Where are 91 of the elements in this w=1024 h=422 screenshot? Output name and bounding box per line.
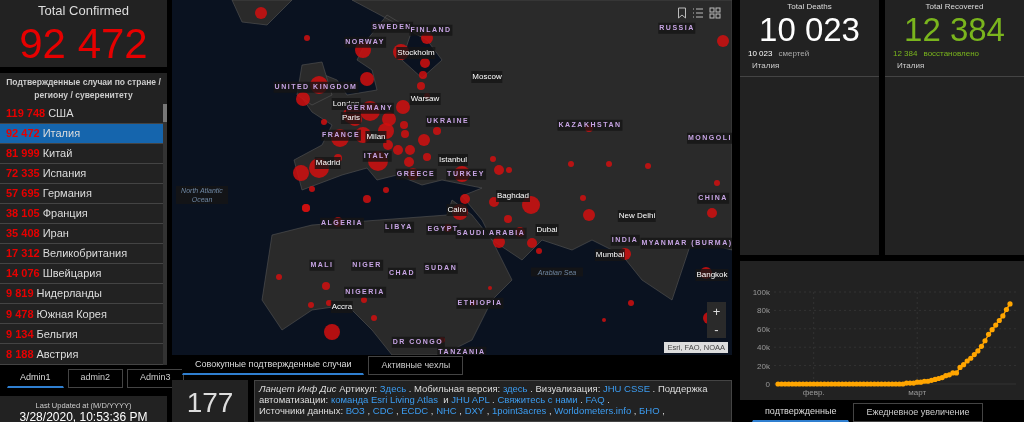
- link[interactable]: NHC: [436, 405, 457, 416]
- y-tick-label: 20k: [757, 361, 770, 371]
- grid-icon[interactable]: [709, 7, 721, 19]
- y-tick-label: 40k: [757, 343, 770, 353]
- map-label: Istanbul: [438, 154, 468, 166]
- link[interactable]: ВОЗ: [345, 405, 365, 416]
- map-label: Madrid: [314, 157, 342, 169]
- tab[interactable]: Активные чехлы: [368, 356, 464, 375]
- stat-count: 12 384: [903, 13, 1006, 47]
- last-updated-time: 3/28/2020, 10:53:36 PM: [19, 410, 148, 422]
- y-tick-label: 60k: [757, 324, 770, 334]
- link[interactable]: здесь: [502, 383, 528, 394]
- link[interactable]: CDC: [372, 405, 394, 416]
- panel-title: Total Recovered: [924, 1, 985, 13]
- panel-title: Total Deaths: [786, 1, 833, 13]
- country-name: Иран: [42, 226, 69, 242]
- country-name: Швейцария: [42, 266, 102, 282]
- map-label: Moscow: [471, 71, 503, 83]
- link[interactable]: Здесь: [379, 383, 407, 394]
- case-count: 17 312: [6, 246, 40, 262]
- detail-count: 10 023: [748, 48, 773, 60]
- detail-count: 12 384: [893, 48, 918, 60]
- map-label: Baghdad: [496, 190, 530, 202]
- case-count: 38 105: [6, 206, 40, 222]
- link[interactable]: 1point3acres: [491, 405, 547, 416]
- case-count: 9 819: [6, 286, 34, 302]
- tab[interactable]: Ежедневное увеличение: [853, 403, 983, 422]
- map-label: Cairo: [446, 204, 468, 216]
- zoom-out-button[interactable]: -: [707, 320, 726, 338]
- detail-label: восстановлено: [923, 48, 980, 60]
- zoom-in-button[interactable]: +: [707, 302, 726, 320]
- tab[interactable]: Admin3: [127, 368, 184, 388]
- country-row[interactable]: 92 472 Италия: [0, 123, 163, 144]
- case-count: 14 076: [6, 266, 40, 282]
- x-tick-label: март: [908, 388, 927, 397]
- case-count: 9 134: [6, 326, 34, 342]
- map-label: Bangkok: [695, 269, 729, 281]
- link[interactable]: команда Esri Living Atlas: [330, 394, 439, 405]
- case-count: 72 335: [6, 166, 40, 181]
- confirmed-count: 92 472: [19, 20, 148, 67]
- detail-place: Италия: [751, 60, 781, 72]
- link[interactable]: JHU CSSE: [603, 383, 650, 394]
- country-name: Великобритания: [42, 246, 128, 262]
- panel-title: Total Confirmed: [37, 2, 129, 20]
- country-name: Нидерланды: [36, 286, 102, 302]
- country-name: Италия: [42, 125, 81, 141]
- country-name: США: [48, 105, 74, 121]
- info-text: Ланцет Инф Дис Артикул: Здесь . Мобильная версия: здесь . Визуализация: JHU CSSE . Поддержка автоматизации: команда Esri Living Atlas и JHU APL . Свяжитесь с нами . FAQ . Источники данных: ВОЗ , CDC , ECDC , NHC , DXY , 1point3acres , Worldometers.info , БНО ,: [259, 383, 709, 416]
- map-label: Accra: [330, 301, 354, 313]
- detail-label: смертей: [778, 48, 810, 60]
- map-label: Dubai: [535, 224, 559, 236]
- y-tick-label: 100k: [752, 288, 770, 297]
- map-label: Milan: [365, 131, 387, 143]
- tab[interactable]: admin2: [67, 368, 124, 388]
- y-tick-label: 0: [765, 380, 770, 389]
- country-name: Южная Корея: [36, 306, 107, 322]
- country-name: Бельгия: [36, 326, 78, 342]
- case-count: 8 188: [6, 346, 34, 362]
- list-icon[interactable]: [692, 7, 704, 19]
- link[interactable]: DXY: [464, 405, 484, 416]
- detail-place: Италия: [896, 60, 926, 72]
- stat-count: 10 023: [758, 13, 861, 47]
- map-label: Paris: [340, 112, 362, 124]
- bookmark-icon[interactable]: [677, 7, 687, 19]
- map-drawing[interactable]: [172, 0, 732, 355]
- country-name: Китай: [42, 145, 73, 161]
- country-name: Австрия: [36, 346, 79, 362]
- case-count: 57 695: [6, 186, 40, 202]
- case-count: 92 472: [6, 125, 40, 141]
- case-count: 81 999: [6, 145, 40, 161]
- case-count: 9 478: [6, 306, 34, 322]
- country-name: Германия: [42, 186, 92, 202]
- list-title: Подтвержденные случаи по стране / региону / суверенитету: [5, 75, 162, 102]
- case-count: 35 408: [6, 226, 40, 242]
- scrollbar[interactable]: [163, 103, 167, 365]
- map-label: New Delhi: [617, 210, 657, 222]
- map-label: Warsaw: [409, 93, 441, 105]
- link[interactable]: FAQ: [585, 394, 605, 405]
- case-count: 119 748: [6, 105, 46, 121]
- map-label: Stockholm: [396, 47, 436, 59]
- x-tick-label: февр.: [802, 388, 825, 397]
- link[interactable]: Worldometers.info: [554, 405, 632, 416]
- map-label: Mumbai: [594, 249, 626, 261]
- link[interactable]: Свяжитесь с нами: [497, 394, 578, 405]
- link[interactable]: ECDC: [401, 405, 429, 416]
- country-name: Франция: [42, 206, 88, 222]
- country-name: Испания: [42, 166, 87, 181]
- link[interactable]: JHU APL: [451, 394, 490, 405]
- link[interactable]: БНО: [639, 405, 660, 416]
- y-tick-label: 80k: [757, 306, 770, 316]
- countries-count: 177: [186, 386, 234, 420]
